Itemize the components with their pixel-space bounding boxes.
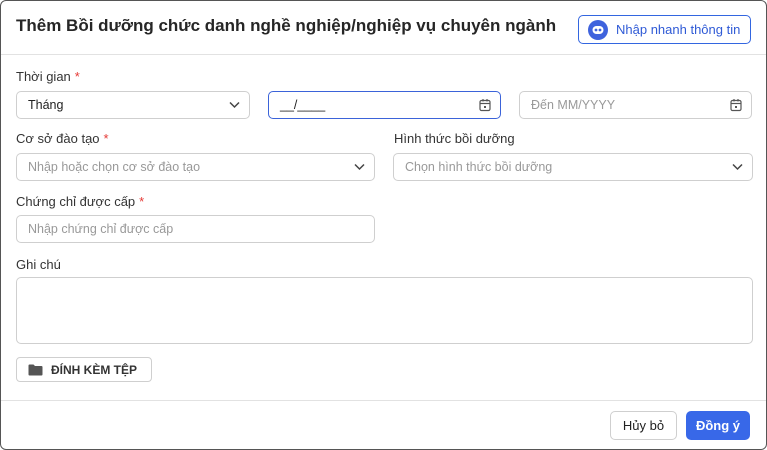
certificate-input[interactable]: Nhập chứng chỉ được cấp xyxy=(16,215,375,243)
certificate-label: Chứng chỉ được cấp * xyxy=(16,194,144,209)
robot-icon xyxy=(588,19,608,40)
training-form-placeholder: Chọn hình thức bồi dưỡng xyxy=(405,160,553,174)
chevron-down-icon xyxy=(732,163,743,171)
quick-fill-label: Nhập nhanh thông tin xyxy=(616,22,741,37)
notes-label: Ghi chú xyxy=(16,257,61,272)
required-mark: * xyxy=(103,131,109,146)
to-date-input[interactable]: Đến MM/YYYY xyxy=(519,91,752,119)
from-date-input[interactable]: __/____ xyxy=(268,91,501,119)
certificate-placeholder: Nhập chứng chỉ được cấp xyxy=(28,222,174,236)
folder-icon xyxy=(28,364,43,376)
required-mark: * xyxy=(139,194,145,209)
time-label: Thời gian * xyxy=(16,69,80,84)
attach-file-button[interactable]: ĐÍNH KÈM TỆP xyxy=(16,357,152,382)
time-unit-value: Tháng xyxy=(28,98,64,112)
quick-fill-button[interactable]: Nhập nhanh thông tin xyxy=(578,15,751,44)
from-date-value: __/____ xyxy=(280,98,326,112)
training-form-select[interactable]: Chọn hình thức bồi dưỡng xyxy=(393,153,753,181)
to-date-placeholder: Đến MM/YYYY xyxy=(531,98,616,112)
cancel-button[interactable]: Hủy bỏ xyxy=(610,411,677,440)
time-unit-select[interactable]: Tháng xyxy=(16,91,250,119)
dialog-header: Thêm Bồi dưỡng chức danh nghề nghiệp/ngh… xyxy=(1,1,766,55)
confirm-button[interactable]: Đồng ý xyxy=(686,411,750,440)
calendar-icon[interactable] xyxy=(730,99,742,112)
calendar-icon[interactable] xyxy=(479,99,491,112)
institution-placeholder: Nhập hoặc chọn cơ sở đào tạo xyxy=(28,160,201,174)
add-training-dialog: Thêm Bồi dưỡng chức danh nghề nghiệp/ngh… xyxy=(0,0,767,450)
chevron-down-icon xyxy=(354,163,365,171)
training-form-label: Hình thức bồi dưỡng xyxy=(394,131,515,146)
institution-select[interactable]: Nhập hoặc chọn cơ sở đào tạo xyxy=(16,153,375,181)
institution-label-text: Cơ sở đào tạo xyxy=(16,131,100,146)
chevron-down-icon xyxy=(229,101,240,109)
institution-label: Cơ sở đào tạo * xyxy=(16,131,109,146)
dialog-title: Thêm Bồi dưỡng chức danh nghề nghiệp/ngh… xyxy=(16,16,557,35)
certificate-label-text: Chứng chỉ được cấp xyxy=(16,194,136,209)
attach-file-label: ĐÍNH KÈM TỆP xyxy=(51,362,138,377)
time-label-text: Thời gian xyxy=(16,69,71,84)
required-mark: * xyxy=(74,69,80,84)
notes-textarea[interactable] xyxy=(16,277,753,344)
footer-divider xyxy=(1,400,766,401)
